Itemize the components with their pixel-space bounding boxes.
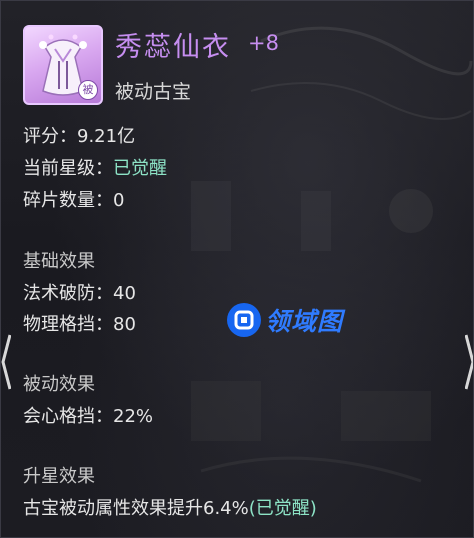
item-name: 秀蕊仙衣 <box>115 32 231 63</box>
enhance-level: +8 <box>248 31 279 55</box>
previous-arrow-icon[interactable] <box>1 333 11 391</box>
star-label: 当前星级： <box>23 158 113 179</box>
score-label: 评分： <box>23 126 77 147</box>
shard-label: 碎片数量： <box>23 190 113 211</box>
shard-row: 碎片数量：0 <box>23 186 124 212</box>
item-icon-frame[interactable]: 被 <box>23 25 103 105</box>
star-effect-status: (已觉醒) <box>248 498 317 519</box>
watermark-logo-icon <box>227 303 261 337</box>
watermark-text: 领域图 <box>265 307 344 336</box>
star-value: 已觉醒 <box>113 158 167 179</box>
passive-effect-row: 会心格挡：22% <box>23 402 153 428</box>
score-row: 评分：9.21亿 <box>23 122 135 148</box>
effect-label: 法术破防： <box>23 283 113 304</box>
passive-badge: 被 <box>78 80 98 100</box>
effect-value: 22% <box>113 406 154 427</box>
star-effect-row: 古宝被动属性效果提升6.4%(已觉醒) <box>23 494 317 520</box>
basic-effects-title: 基础效果 <box>23 251 95 272</box>
passive-effects-title: 被动效果 <box>23 374 95 395</box>
effect-label: 物理格挡： <box>23 314 113 335</box>
effect-label: 会心格挡： <box>23 406 113 427</box>
next-arrow-icon[interactable] <box>465 333 474 391</box>
star-effect-text: 古宝被动属性效果提升6.4% <box>23 498 249 519</box>
effect-value: 80 <box>113 314 136 335</box>
item-tooltip-panel: 被 秀蕊仙衣 +8 被动古宝 评分：9.21亿 当前星级：已觉醒 碎片数量：0 … <box>0 0 474 538</box>
watermark: 领域图 <box>227 302 343 338</box>
score-value: 9.21亿 <box>77 126 136 147</box>
item-type: 被动古宝 <box>115 81 192 103</box>
basic-effect-row: 物理格挡：80 <box>23 310 136 336</box>
basic-effect-row: 法术破防：40 <box>23 279 136 305</box>
shard-value: 0 <box>113 190 125 211</box>
effect-value: 40 <box>113 283 136 304</box>
star-row: 当前星级：已觉醒 <box>23 154 167 180</box>
star-effects-title: 升星效果 <box>23 466 95 487</box>
